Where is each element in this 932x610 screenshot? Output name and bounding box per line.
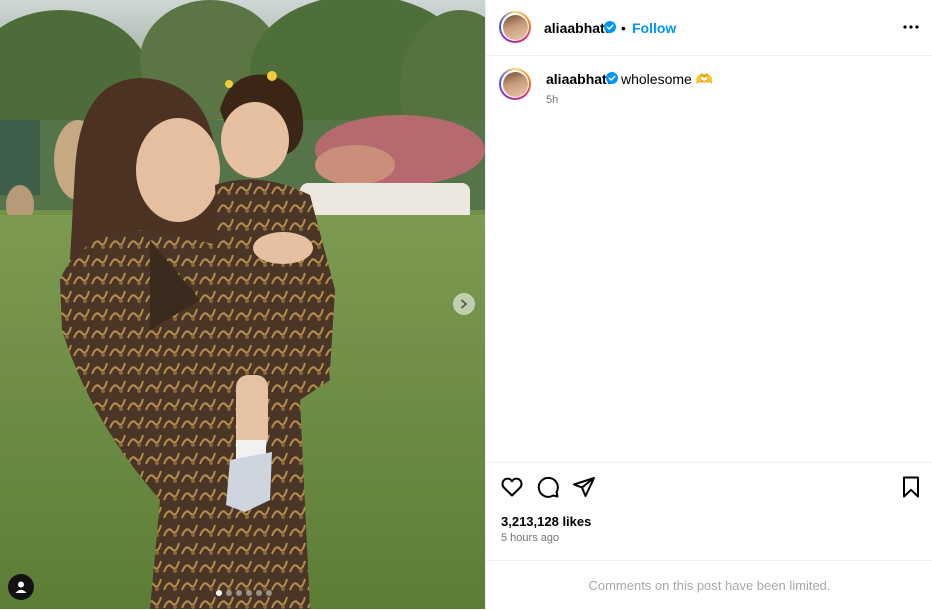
avatar[interactable] (499, 11, 531, 43)
bookmark-icon[interactable] (899, 475, 923, 499)
carousel-next-button[interactable] (453, 293, 475, 315)
carousel-dot (256, 590, 262, 596)
carousel-dot (226, 590, 232, 596)
carousel-dot (216, 590, 222, 596)
post-photo (0, 0, 485, 609)
tagged-users-button[interactable] (8, 574, 34, 600)
likes-count[interactable]: 3,213,128 likes (501, 514, 591, 529)
verified-badge-icon (604, 21, 616, 33)
carousel-dot (236, 590, 242, 596)
carousel-indicators (216, 590, 272, 596)
username-link[interactable]: aliaabhatt (544, 20, 609, 36)
chevron-right-icon (461, 299, 468, 309)
more-options-icon[interactable] (902, 18, 920, 36)
post-header: aliaabhatt • Follow (486, 0, 932, 56)
caption-timestamp[interactable]: 5h (546, 94, 558, 106)
follow-button[interactable]: Follow (632, 20, 676, 36)
verified-badge-icon (606, 72, 618, 84)
carousel-dot (266, 590, 272, 596)
header-separator: • (621, 20, 626, 36)
share-icon[interactable] (572, 475, 596, 499)
carousel-dot (246, 590, 252, 596)
heart-icon[interactable] (500, 475, 524, 499)
post-side-panel: aliaabhatt • Follow aliaabhatt wholesome… (485, 0, 932, 609)
caption-avatar[interactable] (499, 68, 531, 100)
post-media[interactable] (0, 0, 485, 609)
comments-limited-notice: Comments on this post have been limited. (486, 560, 932, 610)
post-timestamp[interactable]: 5 hours ago (501, 532, 559, 544)
user-tag-icon (15, 581, 27, 593)
comment-icon[interactable] (536, 475, 560, 499)
post-actions: 3,213,128 likes 5 hours ago (486, 462, 932, 561)
caption-text: wholesome 🫶 (621, 71, 714, 87)
caption-username[interactable]: aliaabhatt (546, 71, 611, 87)
